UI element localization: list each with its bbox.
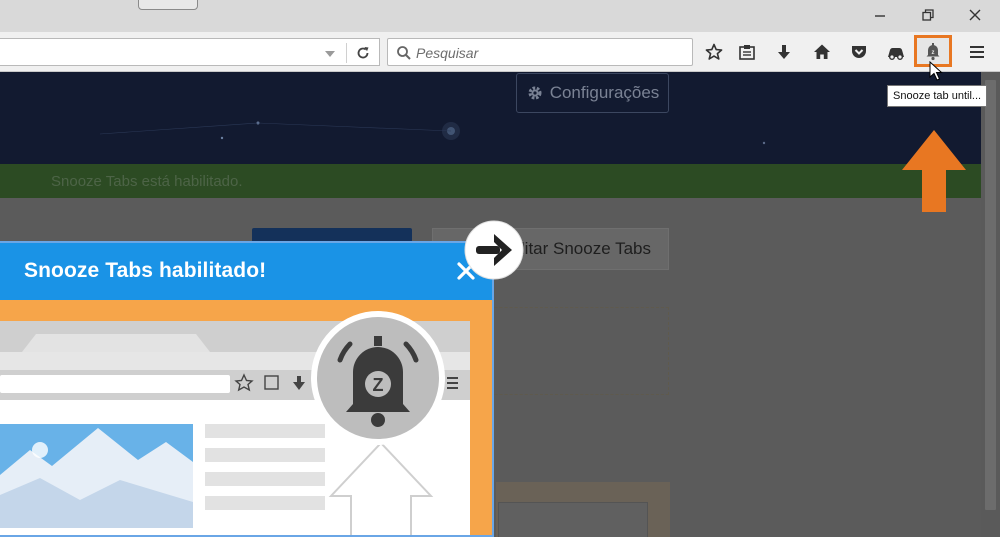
mouse-cursor-icon bbox=[929, 61, 943, 81]
bell-letter: Z bbox=[373, 375, 384, 395]
restore-button[interactable] bbox=[916, 4, 940, 26]
minimize-icon bbox=[875, 15, 885, 17]
sync-icon bbox=[888, 47, 904, 60]
next-slide-button[interactable] bbox=[462, 218, 526, 282]
downloads-button[interactable] bbox=[772, 40, 796, 64]
menu-icon bbox=[970, 46, 984, 58]
minimize-button[interactable] bbox=[868, 4, 892, 26]
reading-list-button[interactable] bbox=[735, 40, 759, 64]
settings-label: Configurações bbox=[549, 83, 660, 102]
pocket-icon bbox=[852, 46, 866, 58]
window-titlebar bbox=[0, 0, 1000, 32]
search-placeholder: Pesquisar bbox=[416, 45, 479, 61]
status-message: Snooze Tabs está habilitado. bbox=[51, 173, 243, 190]
close-window-button[interactable] bbox=[963, 4, 987, 26]
home-button[interactable] bbox=[810, 40, 834, 64]
dropdown-arrow-icon[interactable] bbox=[322, 45, 338, 61]
disable-label: bilitar Snooze Tabs bbox=[507, 239, 651, 258]
home-icon bbox=[814, 44, 830, 59]
panel-title: Snooze Tabs habilitado! bbox=[24, 259, 267, 282]
sync-button[interactable] bbox=[884, 40, 908, 64]
snooze-tooltip: Snooze tab until... bbox=[887, 85, 988, 107]
scrollbar-thumb[interactable] bbox=[985, 80, 996, 510]
panel-header: Snooze Tabs habilitado! bbox=[0, 243, 492, 300]
bookmark-button[interactable] bbox=[702, 40, 726, 64]
bookmark-star-icon bbox=[705, 43, 723, 60]
pocket-button[interactable] bbox=[847, 40, 871, 64]
onboarding-illustration: Z bbox=[0, 311, 470, 535]
page-hero-banner: Configurações bbox=[0, 72, 981, 164]
reading-list-icon bbox=[739, 45, 755, 60]
restore-icon bbox=[922, 9, 934, 21]
open-menu-button[interactable] bbox=[965, 40, 989, 64]
close-icon bbox=[969, 9, 981, 21]
address-bar[interactable] bbox=[0, 38, 380, 66]
navigation-toolbar: Pesquisar z bbox=[0, 32, 1000, 72]
settings-button[interactable]: Configurações bbox=[516, 73, 669, 113]
search-icon bbox=[397, 46, 411, 60]
svg-text:z: z bbox=[932, 50, 935, 56]
reload-button[interactable] bbox=[352, 43, 374, 63]
arrow-up-annotation bbox=[902, 130, 966, 212]
preview-window bbox=[498, 502, 648, 537]
reload-icon bbox=[357, 47, 369, 59]
download-icon bbox=[778, 45, 790, 59]
urlbar-separator bbox=[346, 43, 347, 63]
tab-strip-handle[interactable] bbox=[138, 0, 198, 10]
snooze-bell-icon: z bbox=[926, 43, 940, 61]
gear-icon bbox=[528, 86, 542, 100]
onboarding-panel: Snooze Tabs habilitado! Z bbox=[0, 241, 494, 537]
search-bar[interactable]: Pesquisar bbox=[387, 38, 693, 66]
starfield-decoration bbox=[99, 121, 766, 145]
status-bar: Snooze Tabs está habilitado. bbox=[0, 164, 981, 198]
